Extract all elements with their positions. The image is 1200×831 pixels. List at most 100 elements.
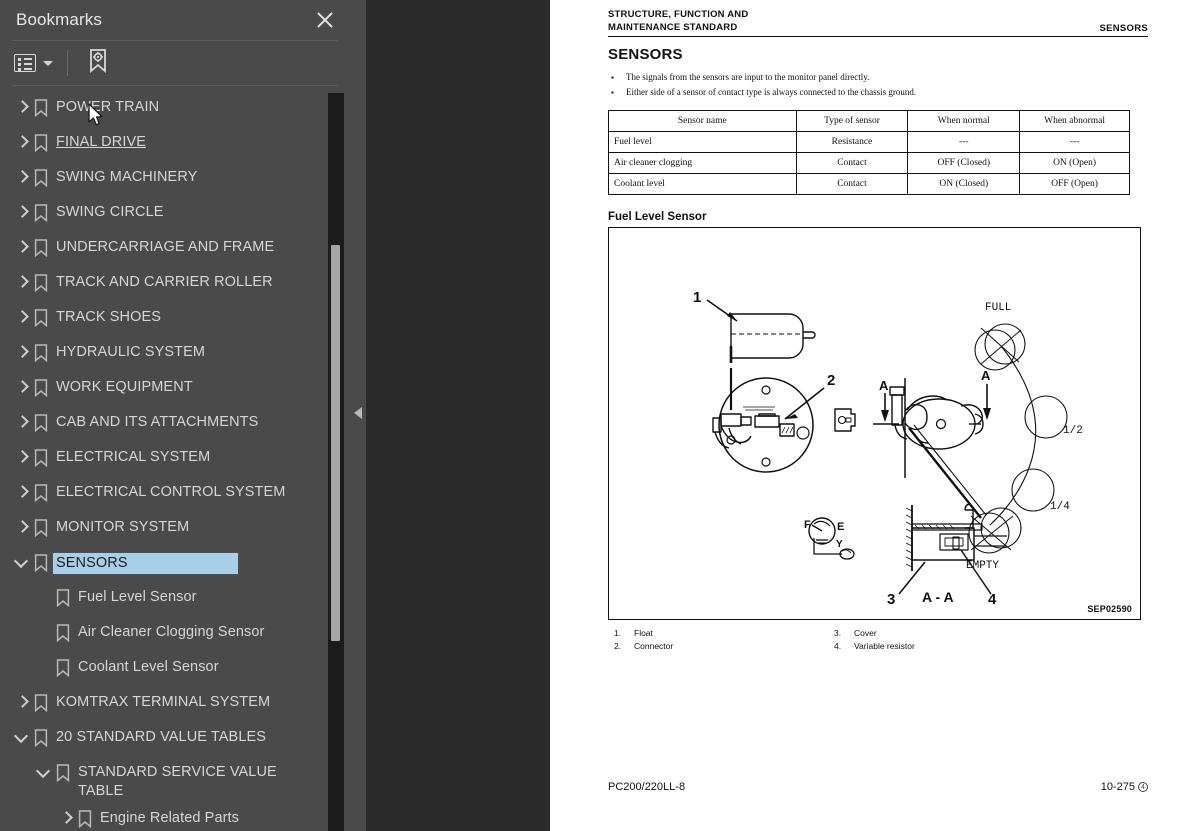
bookmark-item-label: ELECTRICAL SYSTEM	[56, 449, 211, 465]
bookmark-icon	[34, 134, 56, 152]
bookmark-icon	[34, 554, 56, 572]
legend-number: 1.	[614, 628, 622, 638]
bookmark-item[interactable]: 20 STANDARD VALUE TABLES	[0, 720, 350, 755]
bullet-text: Either side of a sensor of contact type …	[626, 87, 917, 97]
bookmark-item[interactable]: ELECTRICAL CONTROL SYSTEM	[0, 475, 350, 510]
bookmark-item-label: Engine Related Parts	[100, 810, 240, 826]
list-options-button[interactable]	[10, 48, 57, 78]
bookmark-item[interactable]: MONITOR SYSTEM	[0, 510, 350, 545]
chevron-right-icon[interactable]	[10, 98, 34, 116]
table-header-cell: When normal	[907, 110, 1021, 132]
bookmark-item-label: CAB AND ITS ATTACHMENTS	[56, 414, 259, 430]
chevron-right-icon[interactable]	[54, 809, 78, 827]
page-title: SENSORS	[608, 46, 683, 63]
chevron-right-icon[interactable]	[10, 343, 34, 361]
figure-label-quarter: 1/4	[1050, 501, 1070, 513]
figure-title: Fuel Level Sensor	[608, 211, 707, 223]
figure-label-half: 1/2	[1063, 425, 1083, 437]
chevron-right-icon[interactable]	[10, 168, 34, 186]
chevron-right-icon[interactable]	[10, 518, 34, 536]
bookmark-item[interactable]: POWER TRAIN	[0, 90, 350, 125]
bookmark-icon	[34, 99, 56, 117]
bookmark-icon	[34, 519, 56, 537]
bookmark-item[interactable]: Air Cleaner Clogging Sensor	[0, 615, 350, 650]
pdf-page: STRUCTURE, FUNCTION AND MAINTENANCE STAN…	[550, 0, 1200, 831]
footer-page-number: 10-275 4	[1101, 781, 1148, 793]
bookmark-icon	[34, 239, 56, 257]
figure-callout-1: 1	[693, 289, 701, 306]
bookmark-icon	[78, 810, 100, 828]
viewer-background-gutter	[350, 0, 550, 831]
twisty-placeholder	[32, 658, 56, 676]
chevron-right-icon[interactable]	[10, 693, 34, 711]
page-running-header: STRUCTURE, FUNCTION AND MAINTENANCE STAN…	[608, 0, 1148, 34]
bookmark-item[interactable]: Engine Related Parts	[0, 801, 350, 831]
bookmark-settings-button[interactable]	[82, 48, 114, 78]
bookmarks-tree-scroll[interactable]: POWER TRAIN FINAL DRIVE SWING MACHINERY SWI…	[0, 90, 350, 831]
chevron-down-icon[interactable]	[32, 763, 56, 781]
footer-page-label: 10-275	[1100, 781, 1135, 793]
figure-label-Y: Y	[836, 539, 843, 550]
chevron-right-icon[interactable]	[10, 203, 34, 221]
table-cell: ON (Closed)	[907, 173, 1021, 195]
collapse-left-icon[interactable]	[352, 404, 366, 422]
bookmark-item[interactable]: SENSORS	[0, 545, 350, 580]
legend-item: 2. Connector	[608, 640, 828, 653]
bookmark-item[interactable]: KOMTRAX TERMINAL SYSTEM	[0, 685, 350, 720]
bookmark-item[interactable]: HYDRAULIC SYSTEM	[0, 335, 350, 370]
chevron-right-icon[interactable]	[10, 378, 34, 396]
chevron-right-icon[interactable]	[10, 308, 34, 326]
chevron-right-icon[interactable]	[10, 133, 34, 151]
sidebar-scrollbar-thumb[interactable]	[331, 245, 340, 641]
table-cell: OFF (Closed)	[907, 152, 1021, 174]
bookmark-item[interactable]: WORK EQUIPMENT	[0, 370, 350, 405]
bullet-item: ▪ Either side of a sensor of contact type…	[608, 85, 1148, 100]
bookmark-item[interactable]: Fuel Level Sensor	[0, 580, 350, 615]
chevron-right-icon[interactable]	[10, 448, 34, 466]
table-cell: Air cleaner clogging	[608, 152, 797, 174]
table-cell: ON (Open)	[1019, 152, 1130, 174]
bookmark-item[interactable]: UNDERCARRIAGE AND FRAME	[0, 230, 350, 265]
figure-label-full: FULL	[985, 302, 1011, 314]
table-cell: Contact	[795, 152, 909, 174]
close-icon[interactable]	[312, 7, 338, 33]
bookmark-item-label: TRACK SHOES	[56, 309, 162, 325]
bookmark-item-label: Coolant Level Sensor	[78, 659, 219, 675]
chevron-right-icon[interactable]	[10, 238, 34, 256]
bookmark-gear-icon	[86, 48, 110, 79]
bookmark-item[interactable]: ELECTRICAL SYSTEM	[0, 440, 350, 475]
bookmark-item-label: POWER TRAIN	[56, 99, 160, 115]
bullet-text: The signals from the sensors are input t…	[626, 72, 870, 82]
page-footer: PC200/220LL-8 10-275 4	[608, 781, 1148, 793]
bookmark-item[interactable]: TRACK SHOES	[0, 300, 350, 335]
table-header-row: Sensor name Type of sensor When normal When…	[608, 110, 1130, 132]
bookmark-item[interactable]: STANDARD SERVICE VALUE TABLE	[0, 755, 350, 801]
chevron-right-icon[interactable]	[10, 413, 34, 431]
chevron-down-icon[interactable]	[10, 728, 34, 746]
twisty-placeholder	[32, 623, 56, 641]
bookmark-item[interactable]: CAB AND ITS ATTACHMENTS	[0, 405, 350, 440]
figure-label-empty: EMPTY	[966, 560, 999, 572]
bookmark-item-label: SWING MACHINERY	[56, 169, 198, 185]
bookmark-item[interactable]: TRACK AND CARRIER ROLLER	[0, 265, 350, 300]
chevron-right-icon[interactable]	[10, 483, 34, 501]
table-cell: Resistance	[795, 131, 909, 153]
bullet-marker: ▪	[611, 73, 614, 82]
bookmark-icon	[34, 414, 56, 432]
bookmark-icon	[56, 659, 78, 677]
bookmark-item[interactable]: SWING MACHINERY	[0, 160, 350, 195]
figure-frame: 1 2 3 4 A A A - A F E Y FULL 1/2 1/4 EMP…	[608, 227, 1141, 620]
chevron-down-icon[interactable]	[10, 553, 34, 571]
bookmark-item-label: UNDERCARRIAGE AND FRAME	[56, 239, 275, 255]
bookmark-item[interactable]: SWING CIRCLE	[0, 195, 350, 230]
chevron-right-icon[interactable]	[10, 273, 34, 291]
bookmark-icon	[56, 764, 78, 782]
legend-column-right: 3. Cover 4. Variable resistor	[828, 627, 1048, 653]
bookmark-item[interactable]: FINAL DRIVE	[0, 125, 350, 160]
bookmark-item[interactable]: Coolant Level Sensor	[0, 650, 350, 685]
running-header-line2: MAINTENANCE STANDARD	[608, 22, 738, 33]
bookmark-item-label: SWING CIRCLE	[56, 204, 164, 220]
running-header-left: STRUCTURE, FUNCTION AND MAINTENANCE STAN…	[608, 8, 1099, 34]
table-cell: Coolant level	[608, 173, 797, 195]
bookmark-icon	[34, 204, 56, 222]
